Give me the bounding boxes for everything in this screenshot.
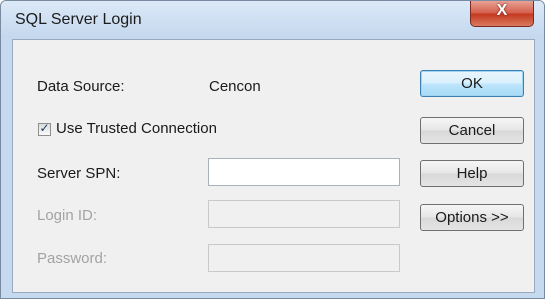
login-id-input[interactable]: [208, 200, 400, 228]
close-button[interactable]: X: [470, 1, 534, 27]
options-button[interactable]: Options >>: [420, 204, 524, 231]
login-id-label: Login ID:: [37, 207, 98, 224]
title-bar[interactable]: SQL Server Login X: [1, 1, 544, 39]
cancel-button[interactable]: Cancel: [420, 117, 524, 144]
sql-server-login-dialog: SQL Server Login X Data Source: Cencon ✓…: [0, 0, 545, 299]
trusted-connection-checkbox[interactable]: ✓: [38, 121, 51, 136]
password-label: Password:: [37, 250, 108, 267]
close-icon: X: [496, 2, 508, 19]
trusted-connection-label[interactable]: Use Trusted Connection: [56, 120, 217, 137]
dialog-body: Data Source: Cencon ✓ Use Trusted Connec…: [12, 39, 535, 293]
data-source-label: Data Source:: [37, 78, 125, 95]
window-title: SQL Server Login: [15, 11, 142, 28]
server-spn-label: Server SPN:: [37, 165, 121, 182]
ok-button[interactable]: OK: [420, 70, 524, 97]
data-source-value: Cencon: [209, 78, 261, 95]
password-input[interactable]: [208, 244, 400, 272]
help-button[interactable]: Help: [420, 160, 524, 187]
checkmark-icon: ✓: [39, 121, 50, 135]
server-spn-input[interactable]: [208, 158, 400, 186]
